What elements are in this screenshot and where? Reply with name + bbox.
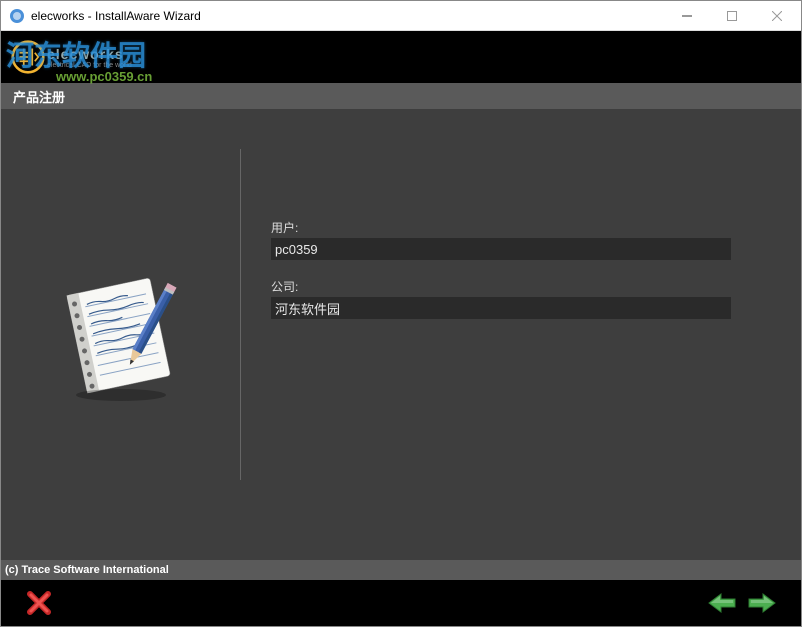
- logo-text-sub: electrical CAD for the world: [47, 62, 132, 69]
- illustration-column: [1, 109, 241, 560]
- minimize-button[interactable]: [664, 1, 709, 30]
- notepad-icon: [56, 265, 186, 405]
- main-content: 用户: 公司:: [1, 109, 801, 560]
- back-button[interactable]: [707, 592, 737, 614]
- company-input[interactable]: [271, 297, 731, 319]
- vertical-divider: [240, 149, 241, 480]
- company-label: 公司:: [271, 278, 751, 295]
- installer-window: elecworks - InstallAware Wizard elecwork…: [0, 0, 802, 627]
- copyright-band: (c) Trace Software International: [1, 560, 801, 580]
- header-band: elecworks electrical CAD for the world: [1, 31, 801, 83]
- step-header: 产品注册: [1, 83, 801, 109]
- window-title: elecworks - InstallAware Wizard: [31, 9, 664, 23]
- app-icon: [9, 8, 25, 24]
- footer-band: [1, 580, 801, 626]
- next-button[interactable]: [747, 592, 777, 614]
- maximize-button[interactable]: [709, 1, 754, 30]
- user-group: 用户:: [271, 219, 751, 260]
- user-input[interactable]: [271, 238, 731, 260]
- close-button[interactable]: [754, 1, 799, 30]
- logo-icon: [11, 40, 45, 74]
- form-column: 用户: 公司:: [241, 109, 801, 560]
- cancel-button[interactable]: [25, 589, 53, 617]
- product-logo: elecworks electrical CAD for the world: [11, 40, 132, 74]
- step-title: 产品注册: [13, 87, 65, 106]
- titlebar: elecworks - InstallAware Wizard: [1, 1, 801, 31]
- copyright-text: (c) Trace Software International: [5, 564, 169, 576]
- company-group: 公司:: [271, 278, 751, 319]
- logo-text-main: elecworks: [47, 46, 132, 62]
- user-label: 用户:: [271, 219, 751, 236]
- window-controls: [664, 1, 799, 30]
